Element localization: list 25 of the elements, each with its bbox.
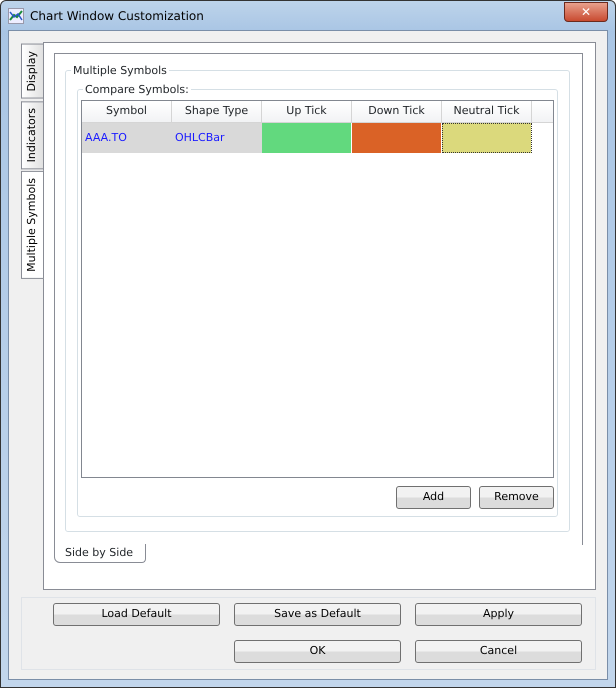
color-cell[interactable]	[352, 123, 442, 153]
group-title: Compare Symbols:	[83, 82, 191, 98]
column-header[interactable]: Up Tick	[262, 101, 352, 123]
button[interactable]: Add	[396, 486, 471, 508]
app-icon	[8, 8, 24, 24]
side-tab[interactable]: Multiple Symbols	[21, 170, 44, 279]
column-header[interactable]: Shape Type	[172, 101, 262, 123]
button[interactable]: Save as Default	[234, 603, 401, 626]
table-cell[interactable]: OHLCBar	[172, 123, 262, 153]
tab[interactable]: Side by Side	[54, 544, 146, 563]
window-title: Chart Window Customization	[30, 8, 204, 24]
side-tab[interactable]: Display	[21, 44, 43, 99]
button[interactable]: Load Default	[53, 603, 220, 626]
color-cell[interactable]	[262, 123, 352, 153]
color-cell[interactable]	[442, 123, 532, 153]
button[interactable]: Apply	[415, 603, 582, 626]
button[interactable]: Cancel	[415, 640, 582, 663]
column-header[interactable]: Down Tick	[352, 101, 442, 123]
button[interactable]: OK	[234, 640, 401, 663]
table-cell[interactable]: AAA.TO	[82, 123, 172, 153]
group-title: Multiple Symbols	[71, 63, 169, 80]
column-header[interactable]: Symbol	[82, 101, 172, 123]
button[interactable]: Remove	[479, 486, 554, 508]
column-header[interactable]: Neutral Tick	[442, 101, 532, 123]
side-tab[interactable]: Indicators	[21, 100, 43, 169]
